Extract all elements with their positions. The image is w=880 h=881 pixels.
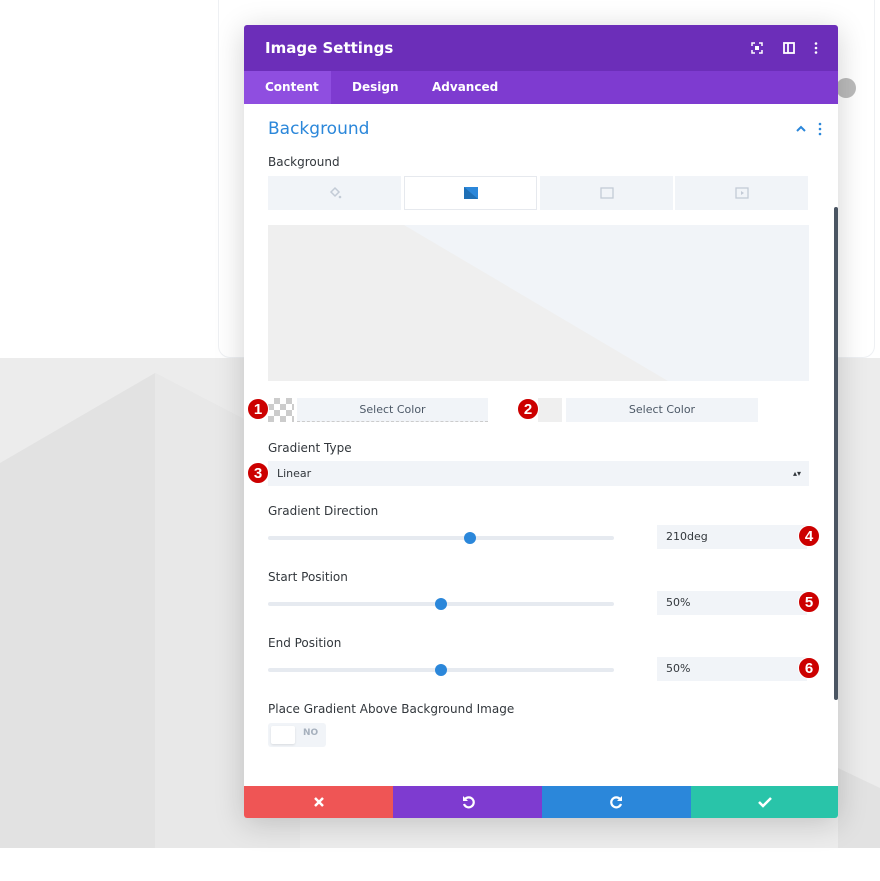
end-position-label: End Position — [268, 636, 342, 650]
gradient-preview — [268, 225, 809, 381]
end-position-input[interactable]: 50% — [657, 657, 807, 681]
more-options-icon[interactable] — [808, 40, 824, 56]
gradient-direction-label: Gradient Direction — [268, 504, 379, 518]
place-gradient-toggle[interactable]: NO — [268, 723, 326, 747]
gradient-type-value: Linear — [277, 467, 312, 480]
gradient-icon — [463, 187, 478, 199]
redo-button[interactable] — [542, 786, 691, 818]
check-icon — [757, 797, 772, 808]
close-icon — [313, 797, 324, 807]
undo-icon — [462, 796, 475, 809]
toggle-knob — [271, 726, 295, 744]
modal-header: Image Settings — [244, 25, 838, 71]
color-fill-icon — [329, 186, 341, 199]
tab-advanced[interactable]: Advanced — [411, 71, 519, 104]
marker-3: 3 — [247, 462, 269, 484]
bg-type-video[interactable] — [675, 176, 808, 210]
undo-button[interactable] — [393, 786, 542, 818]
toggle-state: NO — [303, 728, 319, 738]
tab-content[interactable]: Content — [244, 71, 331, 104]
redo-icon — [609, 796, 622, 809]
slider-thumb[interactable] — [435, 598, 447, 610]
gradient-type-label: Gradient Type — [268, 441, 352, 455]
bg-type-image[interactable] — [540, 176, 673, 210]
image-icon — [599, 187, 614, 199]
video-icon — [734, 187, 749, 199]
start-position-slider[interactable] — [268, 598, 614, 610]
fullscreen-icon[interactable] — [749, 40, 765, 56]
select-arrows-icon: ▴▾ — [792, 469, 801, 478]
select-color-button-1[interactable]: Select Color — [297, 398, 488, 422]
color-swatch-1[interactable] — [268, 398, 294, 422]
marker-4: 4 — [798, 525, 820, 547]
bg-type-color[interactable] — [268, 176, 401, 210]
slider-thumb[interactable] — [435, 664, 447, 676]
save-button[interactable] — [691, 786, 838, 818]
background-label: Background — [268, 155, 340, 169]
section-more-icon[interactable] — [815, 122, 825, 136]
gradient-type-select[interactable]: Linear ▴▾ — [268, 461, 809, 486]
bg-type-gradient[interactable] — [404, 176, 537, 210]
marker-6: 6 — [798, 657, 820, 679]
start-position-label: Start Position — [268, 570, 348, 584]
place-gradient-label: Place Gradient Above Background Image — [268, 702, 515, 716]
globe-icon[interactable] — [836, 78, 856, 98]
cancel-button[interactable] — [244, 786, 393, 818]
chevron-up-icon[interactable] — [795, 123, 807, 135]
marker-5: 5 — [798, 591, 820, 613]
marker-2: 2 — [517, 398, 539, 420]
gradient-direction-input[interactable]: 210deg — [657, 525, 807, 549]
modal-title: Image Settings — [265, 39, 394, 57]
gradient-direction-slider[interactable] — [268, 532, 614, 544]
end-position-slider[interactable] — [268, 664, 614, 676]
split-view-icon[interactable] — [781, 40, 797, 56]
image-settings-modal: Image Settings Content Design Advanced B… — [244, 25, 838, 818]
section-title[interactable]: Background — [268, 119, 369, 139]
marker-1: 1 — [247, 398, 269, 420]
slider-thumb[interactable] — [463, 532, 476, 544]
tab-design[interactable]: Design — [331, 71, 420, 104]
scrollbar[interactable] — [834, 207, 838, 700]
select-color-button-2[interactable]: Select Color — [566, 398, 758, 422]
tab-bar: Content Design Advanced — [244, 71, 838, 104]
color-swatch-2[interactable] — [538, 398, 562, 422]
start-position-input[interactable]: 50% — [657, 591, 807, 615]
